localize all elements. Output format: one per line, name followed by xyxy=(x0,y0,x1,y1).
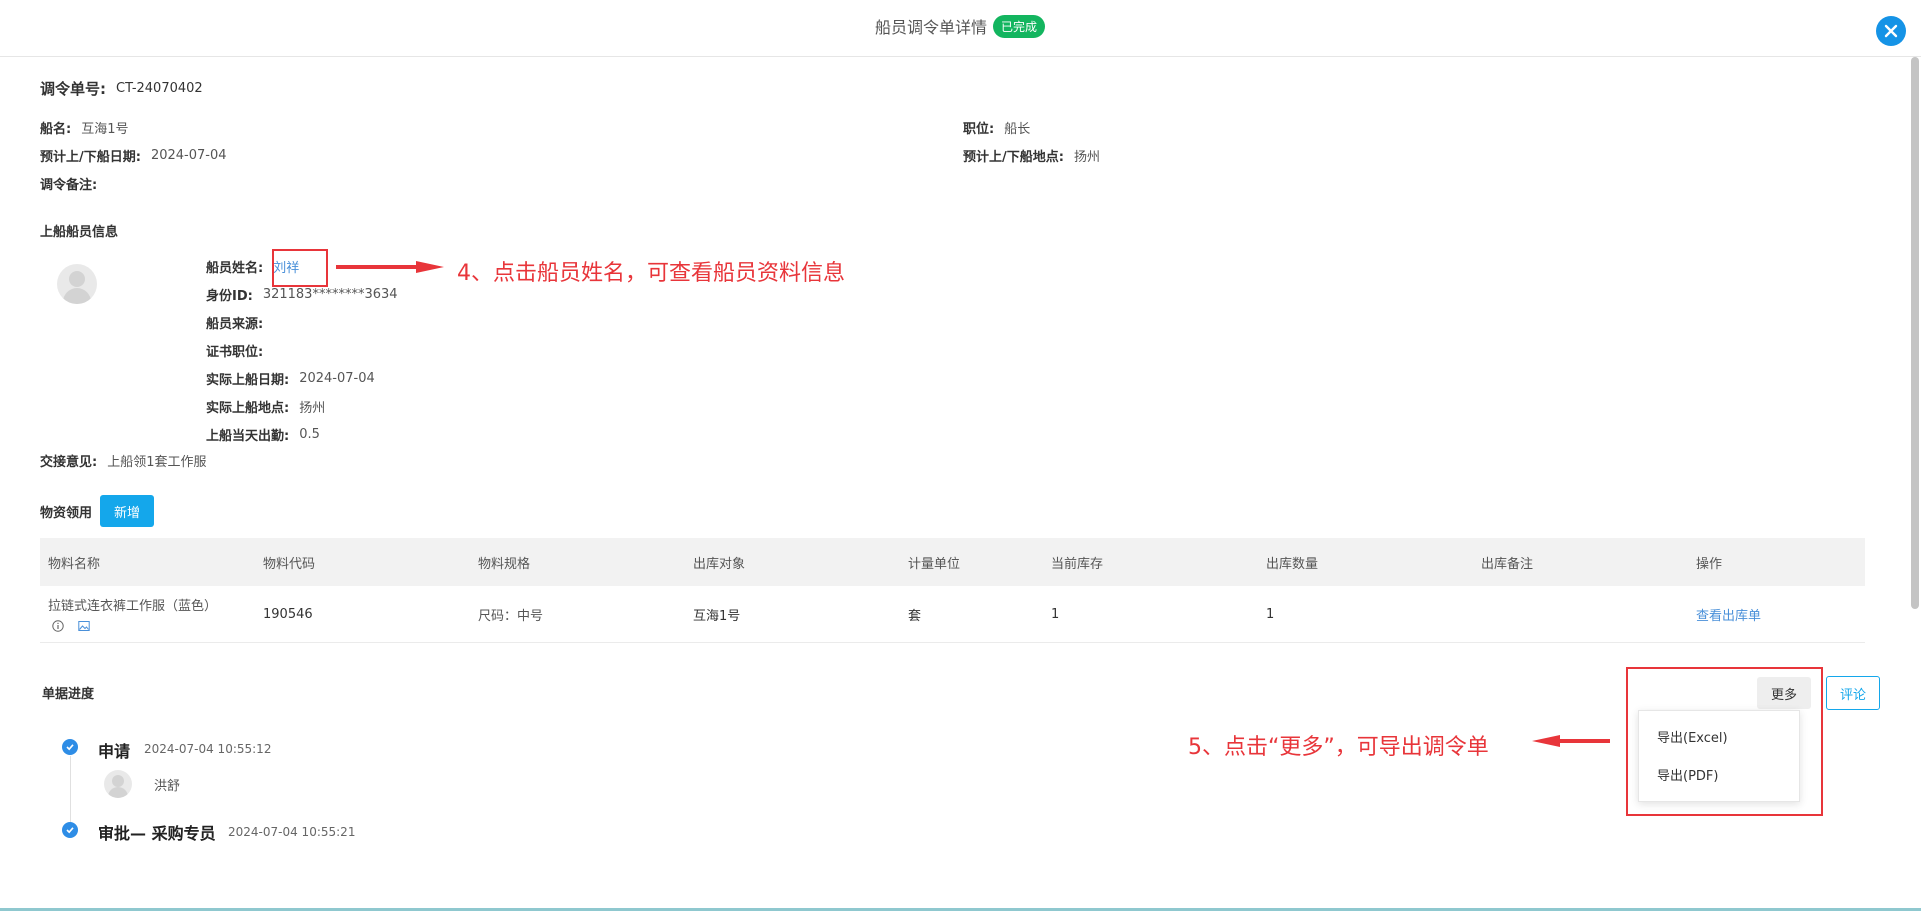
crew-attendance-row: 上船当天出勤: 0.5 xyxy=(206,425,320,444)
annotation-4: 4、点击船员姓名，可查看船员资料信息 xyxy=(457,261,845,286)
cell-spec: 尺码：中号 xyxy=(478,608,544,624)
crew-avatar xyxy=(57,264,97,304)
materials-section-title: 物资领用 xyxy=(40,506,93,521)
add-material-button[interactable]: 新增 xyxy=(100,495,154,527)
crew-id-label: 身份ID: xyxy=(206,289,253,304)
image-icon[interactable] xyxy=(78,620,90,632)
ship-value: 互海1号 xyxy=(81,122,129,137)
order-no-value: CT-24070402 xyxy=(116,81,203,96)
crew-attendance-value: 0.5 xyxy=(299,427,320,442)
info-icon[interactable] xyxy=(52,619,64,632)
crew-source-label: 船员来源: xyxy=(206,317,264,332)
dialog-header: 船员调令单详情 已完成 xyxy=(0,0,1921,57)
crew-section-title: 上船船员信息 xyxy=(40,225,119,240)
position-row: 职位: 船长 xyxy=(963,118,1030,137)
ship-row: 船名: 互海1号 xyxy=(40,118,128,137)
crew-name-label: 船员姓名: xyxy=(206,261,264,276)
export-pdf-item[interactable]: 导出(PDF) xyxy=(1657,765,1718,784)
export-excel-item[interactable]: 导出(Excel) xyxy=(1657,727,1728,746)
vertical-scrollbar[interactable] xyxy=(1911,57,1919,609)
cell-code: 190546 xyxy=(263,606,313,622)
close-icon xyxy=(1884,24,1898,38)
col-header-remark: 出库备注 xyxy=(1481,556,1534,572)
crew-id-value: 321183********3634 xyxy=(262,287,398,302)
crew-board-date-value: 2024-07-04 xyxy=(299,371,375,386)
table-header: 物料名称 物料代码 物料规格 出库对象 计量单位 当前库存 出库数量 出库备注 … xyxy=(40,538,1865,586)
col-header-unit: 计量单位 xyxy=(908,556,961,572)
cell-stock: 1 xyxy=(1051,606,1060,622)
step-done-icon xyxy=(62,739,78,755)
order-no-label: 调令单号: xyxy=(40,80,106,98)
dialog-title-wrap: 船员调令单详情 已完成 xyxy=(875,14,1046,38)
remark-label: 调令备注: xyxy=(40,178,98,193)
col-header-action: 操作 xyxy=(1696,556,1723,572)
crew-cert-label: 证书职位: xyxy=(206,345,264,360)
position-value: 船长 xyxy=(1004,122,1031,137)
remark-row: 调令备注: xyxy=(40,174,107,193)
place-value: 扬州 xyxy=(1073,150,1100,165)
crew-attendance-label: 上船当天出勤: xyxy=(206,429,290,444)
col-header-stock: 当前库存 xyxy=(1051,556,1104,572)
step-connector xyxy=(70,756,71,830)
dialog-title: 船员调令单详情 xyxy=(875,18,988,37)
material-name: 拉链式连衣裤工作服（蓝色） xyxy=(48,599,218,614)
materials-table: 物料名称 物料代码 物料规格 出库对象 计量单位 当前库存 出库数量 出库备注 … xyxy=(40,538,1865,643)
col-header-code: 物料代码 xyxy=(263,556,316,572)
step-2-name: 审批— 采购专员 xyxy=(98,824,216,843)
crew-board-place-value: 扬州 xyxy=(299,401,326,416)
crew-board-date-label: 实际上船日期: xyxy=(206,373,290,388)
col-header-spec: 物料规格 xyxy=(478,556,531,572)
place-label: 预计上/下船地点: xyxy=(963,150,1064,165)
cell-unit: 套 xyxy=(908,608,922,624)
date-value: 2024-07-04 xyxy=(150,148,227,163)
arrow-left-icon xyxy=(1532,735,1610,747)
status-badge: 已完成 xyxy=(993,14,1046,38)
step-1-person: 洪舒 xyxy=(154,779,181,794)
col-header-name: 物料名称 xyxy=(48,556,101,572)
date-label: 预计上/下船日期: xyxy=(40,150,141,165)
crew-board-place-row: 实际上船地点: 扬州 xyxy=(206,397,325,416)
step-1-time: 2024-07-04 10:55:12 xyxy=(144,742,272,756)
close-button[interactable] xyxy=(1876,16,1906,46)
annotation-5: 5、点击“更多”，可导出调令单 xyxy=(1188,735,1489,760)
more-button[interactable]: 更多 xyxy=(1757,677,1811,709)
place-row: 预计上/下船地点: 扬州 xyxy=(963,146,1100,165)
col-header-qty: 出库数量 xyxy=(1266,556,1319,572)
cell-qty: 1 xyxy=(1266,606,1275,622)
cell-target: 互海1号 xyxy=(693,608,741,624)
step-done-icon xyxy=(62,822,78,838)
crew-board-place-label: 实际上船地点: xyxy=(206,401,290,416)
position-label: 职位: xyxy=(963,122,995,137)
more-dropdown-menu: 导出(Excel) 导出(PDF) xyxy=(1638,710,1800,802)
handover-row: 交接意见: 上船领1套工作服 xyxy=(40,451,206,470)
arrow-right-icon xyxy=(336,261,444,273)
table-row: 拉链式连衣裤工作服（蓝色） 190546 尺码：中号 互海1号 套 1 1 查看… xyxy=(40,586,1865,643)
crew-source-row: 船员来源: xyxy=(206,313,273,332)
view-outbound-link[interactable]: 查看出库单 xyxy=(1688,605,1865,624)
progress-section-title: 单据进度 xyxy=(42,687,95,702)
crew-id-row: 身份ID: 321183********3634 xyxy=(206,285,398,304)
col-header-target: 出库对象 xyxy=(693,556,746,572)
handover-label: 交接意见: xyxy=(40,455,98,470)
step-1-person-avatar xyxy=(104,770,132,798)
comment-button[interactable]: 评论 xyxy=(1826,676,1880,710)
cell-name: 拉链式连衣裤工作服（蓝色） xyxy=(40,595,255,633)
handover-value: 上船领1套工作服 xyxy=(107,455,207,470)
date-row: 预计上/下船日期: 2024-07-04 xyxy=(40,146,227,165)
crew-cert-row: 证书职位: xyxy=(206,341,273,360)
step-2-time: 2024-07-04 10:55:21 xyxy=(228,825,356,839)
ship-label: 船名: xyxy=(40,122,72,137)
highlight-box-crew-name xyxy=(272,249,328,287)
order-no-row: 调令单号: CT-24070402 xyxy=(40,78,203,99)
crew-board-date-row: 实际上船日期: 2024-07-04 xyxy=(206,369,375,388)
step-1-name: 申请 xyxy=(98,742,131,761)
